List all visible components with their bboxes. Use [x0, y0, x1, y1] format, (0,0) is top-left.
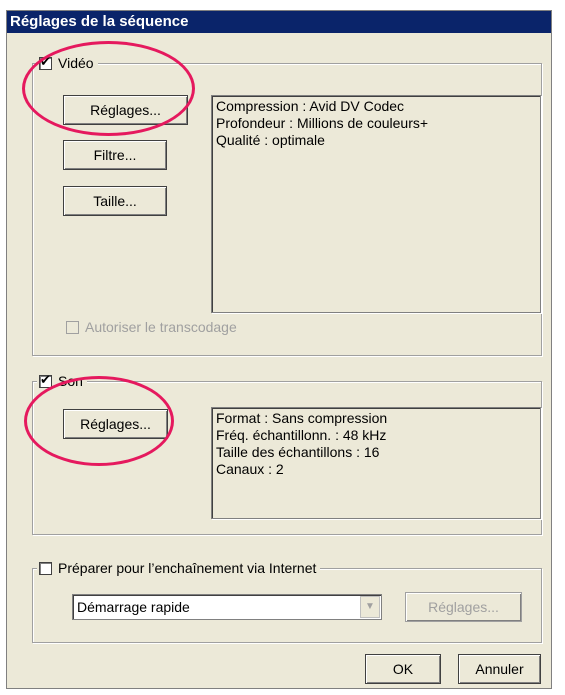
transcode-checkbox[interactable] — [66, 320, 79, 334]
dialog-title: Réglages de la séquence — [7, 11, 551, 33]
video-checkbox[interactable] — [39, 55, 52, 70]
internet-mode-value: Démarrage rapide — [77, 599, 190, 615]
sound-checkbox[interactable] — [39, 373, 52, 388]
sound-info-line: Taille des échantillons : 16 — [216, 444, 380, 460]
internet-mode-select[interactable]: Démarrage rapide ▼ — [72, 594, 382, 620]
sound-settings-button[interactable]: Réglages... — [63, 409, 168, 439]
internet-label: Préparer pour l’enchaînement via Interne… — [58, 560, 317, 576]
sequence-settings-dialog: Réglages de la séquence Vidéo Réglages..… — [6, 10, 552, 689]
video-size-button[interactable]: Taille... — [63, 186, 167, 216]
internet-checkbox[interactable] — [39, 561, 52, 575]
sound-info-line: Canaux : 2 — [216, 461, 284, 477]
sound-info-line: Fréq. échantillonn. : 48 kHz — [216, 427, 387, 443]
video-info-box: Compression : Avid DV Codec Profondeur :… — [211, 95, 541, 313]
cancel-button[interactable]: Annuler — [458, 654, 541, 684]
internet-settings-button[interactable]: Réglages... — [405, 592, 522, 622]
transcode-option: Autoriser le transcodage — [66, 319, 237, 335]
transcode-label: Autoriser le transcodage — [85, 319, 237, 335]
video-legend[interactable]: Vidéo — [37, 54, 98, 72]
sound-legend[interactable]: Son — [37, 372, 87, 390]
sound-info-line: Format : Sans compression — [216, 410, 388, 426]
video-label: Vidéo — [58, 55, 94, 71]
sound-label: Son — [58, 373, 83, 389]
video-info-line: Compression : Avid DV Codec — [216, 98, 405, 114]
dropdown-arrow-icon[interactable]: ▼ — [360, 596, 380, 618]
sound-info-box: Format : Sans compression Fréq. échantil… — [211, 407, 541, 519]
video-filter-button[interactable]: Filtre... — [63, 140, 167, 170]
ok-button[interactable]: OK — [365, 654, 441, 684]
video-info-line: Qualité : optimale — [216, 132, 325, 148]
internet-legend[interactable]: Préparer pour l’enchaînement via Interne… — [37, 559, 321, 577]
video-info-line: Profondeur : Millions de couleurs+ — [216, 115, 429, 131]
video-settings-button[interactable]: Réglages... — [63, 95, 188, 125]
